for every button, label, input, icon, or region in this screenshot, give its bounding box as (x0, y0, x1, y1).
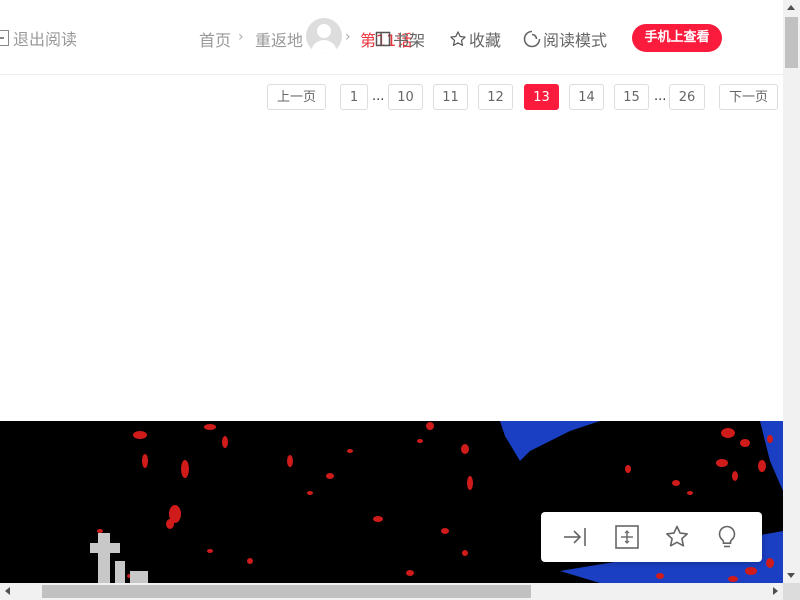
expand-icon[interactable] (614, 524, 640, 550)
lightbulb-icon[interactable] (714, 524, 740, 550)
avatar[interactable] (306, 18, 342, 54)
favorite-button[interactable]: 收藏 (449, 27, 501, 51)
page-button-11[interactable]: 11 (433, 84, 468, 110)
vertical-scroll-thumb[interactable] (785, 17, 798, 68)
favorite-label: 收藏 (469, 31, 502, 50)
scroll-left-arrow-icon[interactable] (5, 587, 10, 595)
bookshelf-button[interactable]: 书架 (375, 27, 425, 51)
prev-page-button[interactable]: 上一页 (267, 84, 326, 110)
star-icon[interactable] (664, 524, 690, 550)
horizontal-scroll-thumb[interactable] (42, 585, 531, 598)
page-button-current[interactable]: 13 (524, 84, 559, 110)
breadcrumb-home[interactable]: 首页 (199, 27, 231, 51)
scroll-up-arrow-icon[interactable] (787, 5, 795, 10)
page-button-12[interactable]: 12 (478, 84, 513, 110)
next-page-button[interactable]: 下一页 (719, 84, 778, 110)
bookshelf-label: 书架 (393, 31, 426, 50)
horizontal-scrollbar[interactable] (0, 583, 783, 600)
read-mode-label: 阅读模式 (543, 31, 608, 50)
read-mode-button[interactable]: 阅读模式 (523, 27, 607, 51)
star-icon (450, 31, 466, 46)
pagination-ellipsis: ... (654, 89, 667, 104)
chevron-right-icon: › (238, 29, 244, 45)
breadcrumb-series[interactable]: 重返地 (255, 27, 303, 51)
scrollbar-corner (783, 583, 800, 600)
page-button-15[interactable]: 15 (614, 84, 649, 110)
chevron-right-icon: › (345, 29, 351, 45)
pagination-ellipsis: ... (372, 89, 385, 104)
page-button-1[interactable]: 1 (340, 84, 368, 110)
exit-reading-label: 退出阅读 (13, 30, 78, 49)
page-button-10[interactable]: 10 (388, 84, 423, 110)
view-on-mobile-button[interactable]: 手机上查看 (632, 24, 722, 52)
exit-icon (0, 30, 9, 46)
reader-float-toolbar (541, 512, 762, 562)
vertical-scrollbar[interactable] (783, 0, 800, 583)
scroll-right-arrow-icon[interactable] (773, 587, 778, 595)
reader-header: 退出阅读 首页 › 重返地 › 第11话 书架 收藏 阅读模式 手机上查看 (0, 0, 783, 75)
scroll-down-arrow-icon[interactable] (787, 573, 795, 578)
collapse-right-icon[interactable] (562, 524, 588, 550)
bookshelf-icon (375, 31, 391, 47)
page-button-14[interactable]: 14 (569, 84, 604, 110)
read-mode-icon (523, 30, 541, 48)
page-button-26[interactable]: 26 (669, 84, 705, 110)
exit-reading-button[interactable]: 退出阅读 (0, 27, 77, 49)
